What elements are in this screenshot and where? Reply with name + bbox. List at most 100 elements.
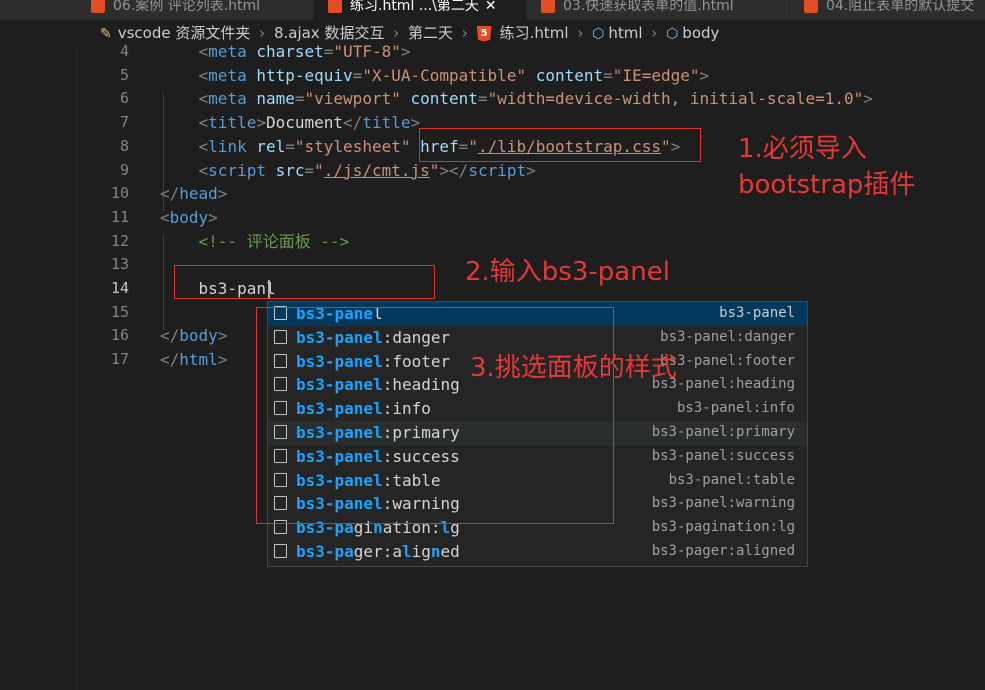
html-file-icon [804, 0, 818, 13]
tab-label: 03.快速获取表单的值.html [563, 0, 734, 14]
suggestion-detail: bs3-panel:success [651, 447, 795, 464]
code-token: < [160, 65, 209, 85]
code-token: = [294, 89, 305, 109]
code-token: > [526, 160, 536, 180]
suggestion-match-text: l [401, 542, 412, 561]
tab-label: 练习.html ...\第二天 [350, 0, 479, 14]
code-token: <!-- 评论面板 --> [160, 231, 350, 251]
suggestion-detail: bs3-pager:aligned [651, 543, 795, 559]
suggestion-match-text: n [430, 542, 441, 561]
suggestion-item[interactable]: bs3-pager:aligned bs3-pager:aligned [268, 540, 807, 564]
close-icon[interactable]: ✕ [485, 0, 497, 14]
code-token: charset [256, 42, 324, 61]
line-number: 5 [119, 65, 129, 84]
code-token: content [410, 89, 478, 109]
tab-prevent-submit[interactable]: 04.阻止表单的默认提交 [790, 0, 985, 20]
line-number: 12 [110, 231, 129, 250]
suggestion-text: ig [411, 542, 431, 561]
code-line[interactable]: <meta charset="UTF-8"> [160, 40, 411, 64]
tab-practice[interactable]: 练习.html ...\第二天 ✕ [314, 0, 527, 20]
line-number: 6 [119, 89, 129, 108]
suggestion-detail: bs3-panel:table [668, 471, 795, 488]
tab-bar: 06.案例 评论列表.html 练习.html ...\第二天 ✕ 03.快速获取… [0, 0, 985, 20]
suggestion-detail: bs3-panel:primary [651, 424, 795, 440]
code-token: </ [343, 113, 363, 133]
code-line[interactable]: </body> [160, 324, 227, 348]
code-token: http-equiv [256, 65, 353, 85]
element-cube-icon: ⬡ [666, 26, 679, 42]
tab-label: 06.案例 评论列表.html [113, 0, 261, 14]
code-token: " [429, 160, 440, 180]
suggestion-label: bs3-pager:aligned [296, 540, 460, 564]
suggestion-detail: bs3-panel:info [676, 400, 795, 417]
html-file-icon [91, 0, 105, 13]
code-token: < [160, 136, 209, 156]
code-token: > [208, 207, 218, 227]
annotation-step1-line2: bootstrap插件 [738, 170, 916, 200]
breadcrumb-item-day2[interactable]: 第二天 [408, 24, 453, 42]
code-token: body [179, 326, 218, 346]
chevron-right-icon: › [651, 24, 658, 42]
code-token: > [400, 42, 411, 61]
annotation-step1-line1: 1.必须导入 [738, 134, 867, 164]
code-token: < [160, 42, 209, 61]
code-token: Document [265, 113, 344, 133]
breadcrumb-item-html[interactable]: html [608, 24, 642, 42]
code-line[interactable]: <body> [160, 206, 218, 230]
code-token: body [169, 207, 209, 227]
chevron-right-icon: › [461, 24, 468, 42]
html5-icon: 5 [476, 25, 492, 42]
code-token: meta [208, 89, 257, 109]
annotation-box-suggestions [256, 307, 614, 524]
suggestion-detail: bs3-panel:footer [660, 352, 795, 369]
suggestion-detail: bs3-panel:warning [651, 495, 795, 512]
annotation-box-href [419, 128, 701, 162]
code-line[interactable]: <meta name="viewport" content="width=dev… [160, 87, 873, 111]
code-token: meta [208, 65, 257, 85]
tab-get-form-values[interactable]: 03.快速获取表单的值.html [527, 0, 790, 20]
code-token: < [160, 207, 170, 227]
code-token: title [208, 113, 257, 133]
breadcrumb: ✎ vscode 资源文件夹 › 8.ajax 数据交互 › 第二天 › 5 练习.… [0, 20, 985, 46]
line-number: 13 [110, 255, 129, 274]
code-token: script [468, 160, 527, 180]
line-number: 9 [119, 160, 129, 179]
suggestion-detail: bs3-pagination:lg [651, 519, 795, 536]
code-token: html [179, 350, 218, 370]
code-token: rel [256, 136, 286, 156]
suggestion-match-text: bs3-pa [296, 542, 354, 561]
code-token: "width=device-width, initial-scale=1.0" [487, 89, 864, 109]
code-token: < [160, 160, 209, 180]
code-line[interactable]: </html> [160, 348, 227, 372]
code-line[interactable]: <title>Document</title> [160, 111, 421, 135]
code-line[interactable]: <meta http-equiv="X-UA-Compatible" conte… [160, 64, 710, 88]
code-line[interactable]: <!-- 评论面板 --> [160, 230, 350, 254]
breadcrumb-item-body[interactable]: body [682, 24, 719, 42]
code-token: > [256, 113, 266, 133]
line-number: 7 [119, 113, 129, 132]
line-number: 11 [110, 207, 129, 226]
suggestion-detail: bs3-panel [719, 305, 795, 321]
code-token: meta [208, 42, 257, 61]
code-token: head [179, 184, 218, 204]
code-token: = [285, 136, 295, 156]
code-token: ./js/cmt.js [323, 160, 430, 180]
code-token: = [477, 89, 488, 109]
code-token: > [699, 65, 710, 85]
code-line[interactable]: <script src="./js/cmt.js"></script> [160, 159, 536, 183]
element-cube-icon: ⬡ [592, 26, 605, 42]
code-token: </ [160, 326, 180, 346]
suggestion-detail: bs3-panel:danger [660, 328, 795, 345]
code-line[interactable]: </head> [160, 182, 227, 206]
code-token: </ [160, 184, 180, 204]
tab-comment-list[interactable]: 06.案例 评论列表.html [77, 0, 314, 20]
code-token: "X-UA-Compatible" [362, 65, 527, 85]
code-token: script [208, 160, 276, 180]
code-token: = [323, 42, 334, 61]
code-token: < [160, 89, 209, 109]
chevron-right-icon: › [577, 24, 584, 42]
editor-left-strip [0, 46, 78, 690]
code-token: "viewport" [304, 89, 401, 109]
breadcrumb-item-file[interactable]: 练习.html [500, 24, 569, 42]
code-token: "stylesheet" [294, 136, 411, 156]
